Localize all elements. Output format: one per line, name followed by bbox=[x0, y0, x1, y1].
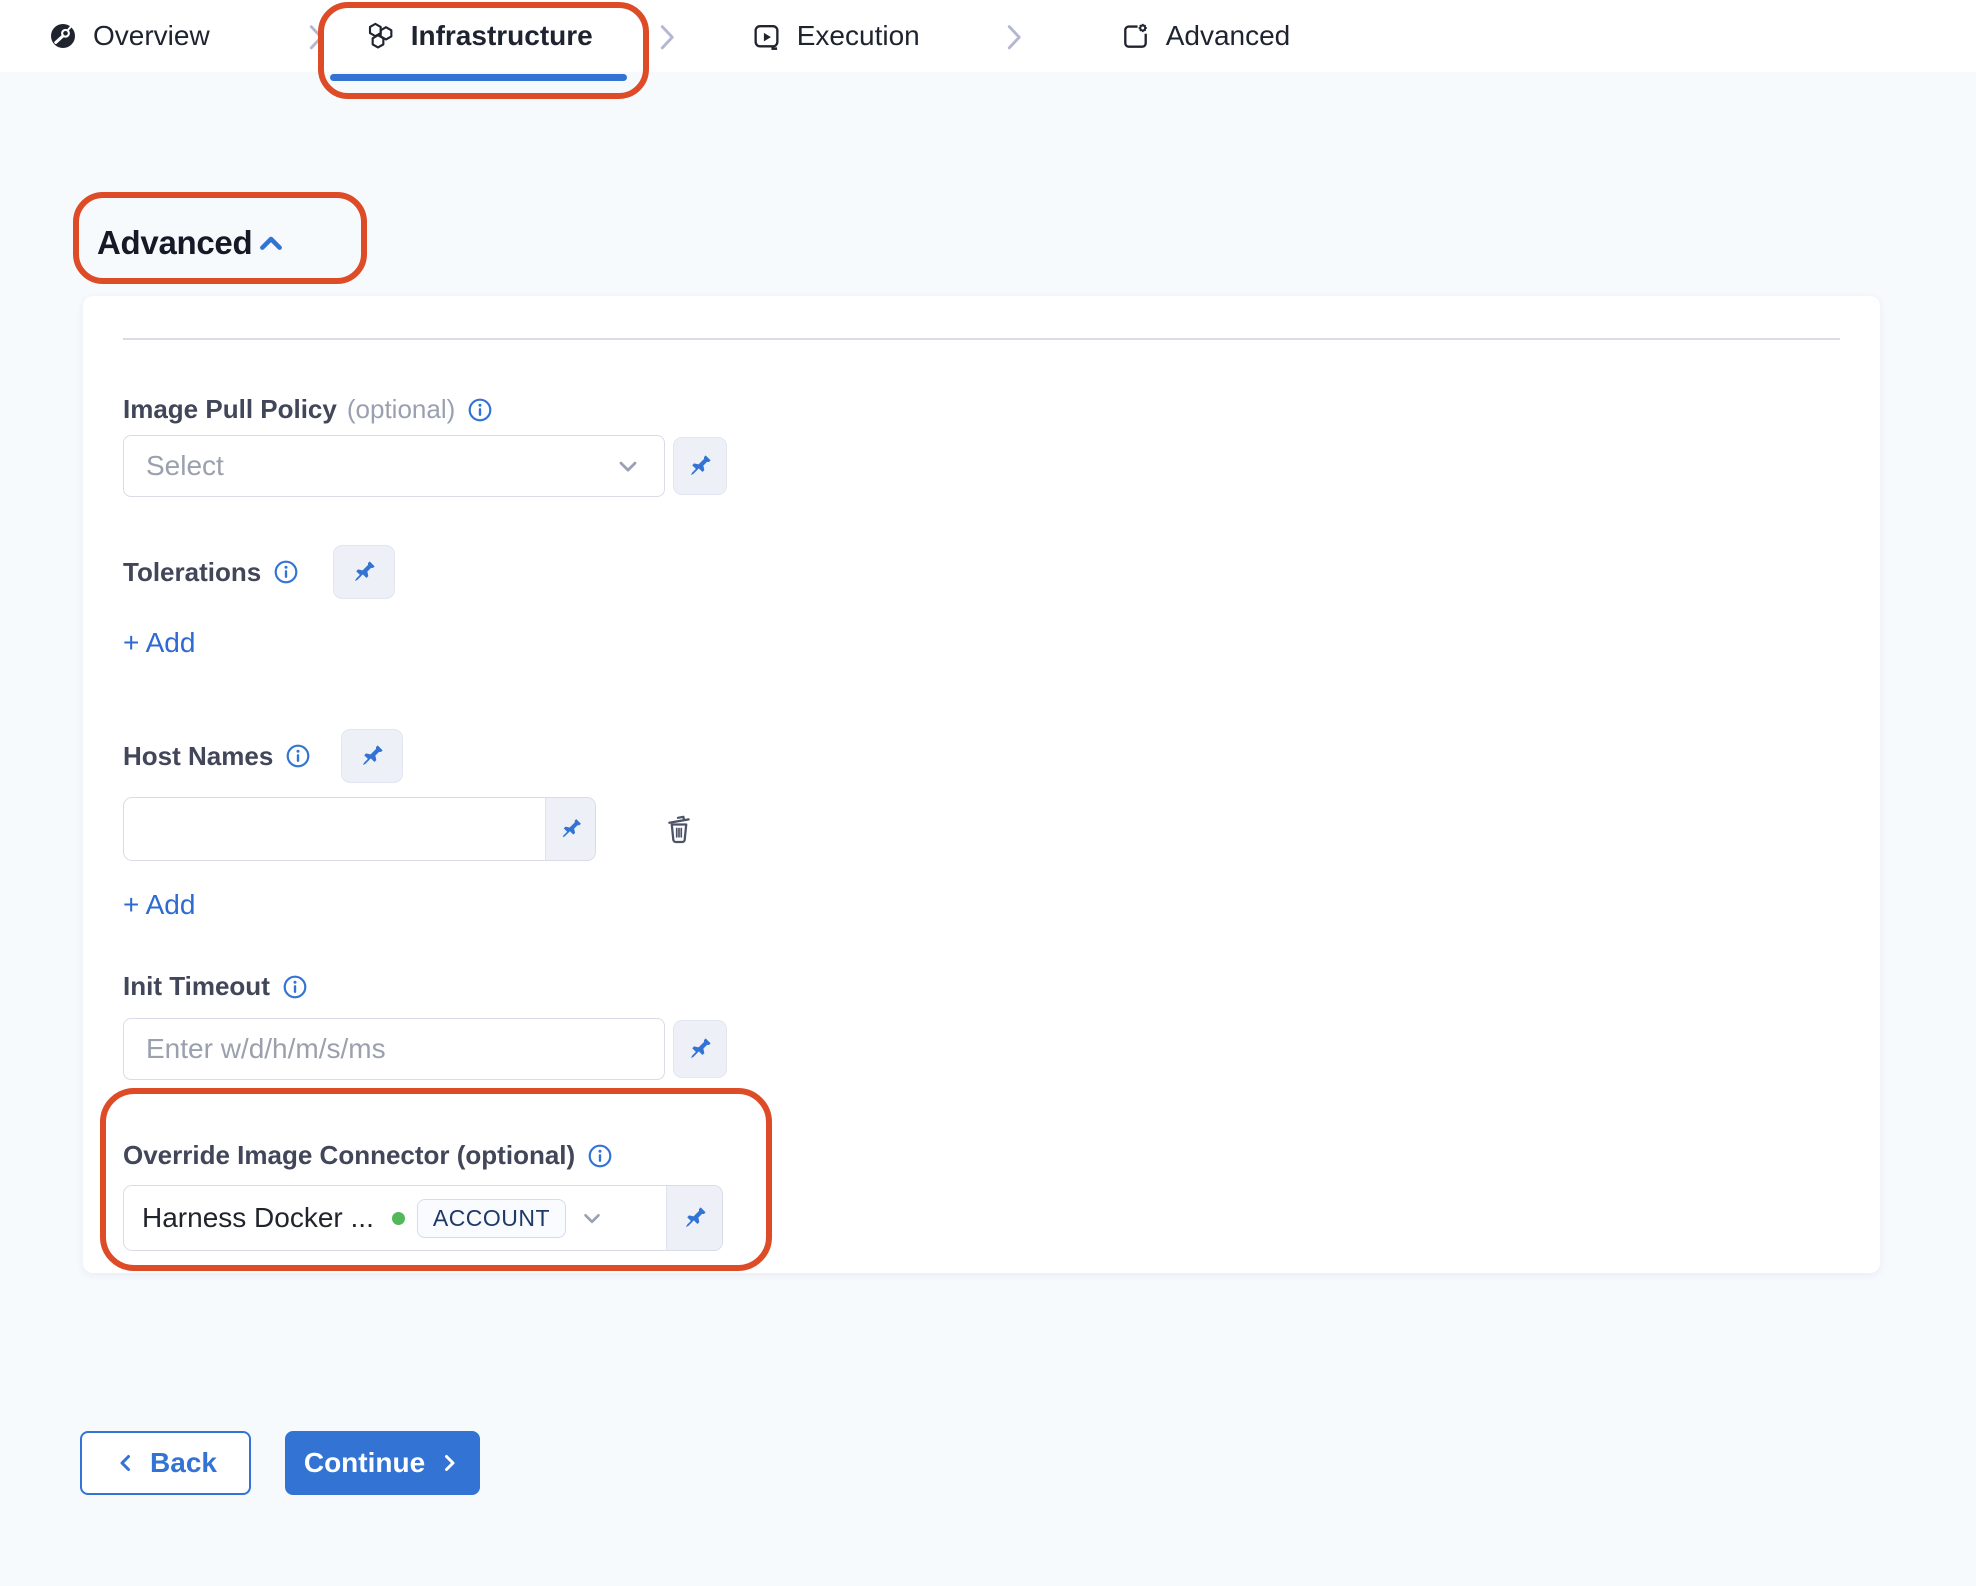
execution-icon bbox=[751, 21, 782, 52]
runtime-input-pin-button[interactable] bbox=[341, 729, 403, 783]
tab-advanced[interactable]: Advanced bbox=[1120, 0, 1291, 72]
runtime-input-pin-button[interactable] bbox=[545, 798, 595, 860]
info-icon[interactable] bbox=[285, 743, 311, 769]
chevron-right-icon bbox=[437, 1451, 461, 1475]
field-label: Image Pull Policy bbox=[123, 394, 337, 425]
connector-select-group: Harness Docker ... ACCOUNT bbox=[123, 1185, 723, 1251]
add-toleration-link[interactable]: + Add bbox=[123, 627, 195, 659]
infrastructure-icon bbox=[364, 20, 396, 52]
connector-name: Harness Docker ... bbox=[142, 1202, 374, 1234]
chevron-down-icon bbox=[579, 1205, 605, 1231]
tab-label: Advanced bbox=[1166, 20, 1291, 52]
override-image-connector-select[interactable]: Harness Docker ... ACCOUNT bbox=[124, 1186, 666, 1250]
optional-suffix: (optional) bbox=[347, 394, 455, 425]
field-image-pull-policy: Image Pull Policy (optional) Select bbox=[123, 394, 1840, 497]
continue-button[interactable]: Continue bbox=[285, 1431, 480, 1495]
host-name-input-group bbox=[123, 797, 596, 861]
advanced-section-toggle[interactable]: Advanced bbox=[97, 224, 288, 262]
tab-label: Execution bbox=[797, 20, 920, 52]
info-icon[interactable] bbox=[587, 1143, 613, 1169]
chevron-right-separator-icon bbox=[651, 21, 681, 51]
trash-icon[interactable] bbox=[662, 808, 696, 850]
field-tolerations: Tolerations + Add bbox=[123, 545, 1840, 659]
back-label: Back bbox=[150, 1447, 217, 1479]
overview-icon bbox=[48, 21, 78, 51]
field-host-names: Host Names bbox=[123, 729, 1840, 921]
runtime-input-pin-button[interactable] bbox=[666, 1186, 722, 1250]
runtime-input-pin-button[interactable] bbox=[673, 1020, 727, 1078]
info-icon[interactable] bbox=[273, 559, 299, 585]
advanced-settings-card: Image Pull Policy (optional) Select bbox=[83, 296, 1880, 1273]
field-label: Override Image Connector (optional) bbox=[123, 1140, 575, 1171]
connector-scope-badge: ACCOUNT bbox=[417, 1199, 566, 1238]
continue-label: Continue bbox=[304, 1447, 425, 1479]
wizard-footer: Back Continue bbox=[80, 1431, 1976, 1495]
field-label: Tolerations bbox=[123, 557, 261, 588]
chevron-down-icon bbox=[614, 452, 642, 480]
chevron-right-separator-icon bbox=[998, 21, 1028, 51]
host-name-input[interactable] bbox=[124, 798, 545, 860]
advanced-icon bbox=[1120, 21, 1151, 52]
image-pull-policy-select[interactable]: Select bbox=[123, 435, 665, 497]
advanced-section-title: Advanced bbox=[97, 224, 252, 262]
chevron-up-icon bbox=[254, 227, 288, 259]
init-timeout-input[interactable] bbox=[123, 1018, 665, 1080]
tab-overview[interactable]: Overview bbox=[48, 0, 210, 72]
card-divider bbox=[123, 338, 1840, 340]
back-button[interactable]: Back bbox=[80, 1431, 251, 1495]
tab-label: Overview bbox=[93, 20, 210, 52]
infrastructure-stage-content: Advanced Image Pull Policy (optional) bbox=[0, 72, 1976, 1495]
info-icon[interactable] bbox=[467, 397, 493, 423]
chevron-left-icon bbox=[114, 1451, 138, 1475]
runtime-input-pin-button[interactable] bbox=[333, 545, 395, 599]
select-placeholder: Select bbox=[146, 450, 614, 482]
field-label: Host Names bbox=[123, 741, 273, 772]
tab-label: Infrastructure bbox=[411, 20, 593, 52]
chevron-right-separator-icon bbox=[300, 21, 330, 51]
field-override-image-connector: Override Image Connector (optional) Harn… bbox=[123, 1140, 723, 1251]
field-init-timeout: Init Timeout bbox=[123, 971, 1840, 1080]
tab-execution[interactable]: Execution bbox=[751, 0, 920, 72]
tab-infrastructure[interactable]: Infrastructure bbox=[330, 0, 627, 72]
info-icon[interactable] bbox=[282, 974, 308, 1000]
connector-status-dot bbox=[392, 1212, 405, 1225]
add-host-name-link[interactable]: + Add bbox=[123, 889, 195, 921]
runtime-input-pin-button[interactable] bbox=[673, 437, 727, 495]
field-label: Init Timeout bbox=[123, 971, 270, 1002]
stage-tabs-bar: Overview Infrastructure bbox=[0, 0, 1976, 72]
